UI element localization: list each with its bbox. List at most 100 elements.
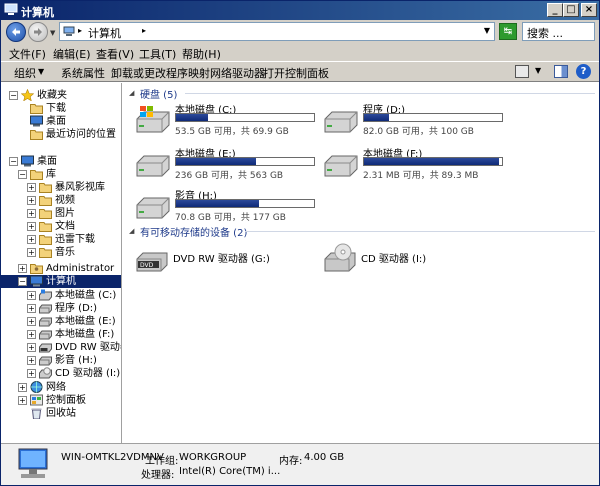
collapse-toggle-icon[interactable]: − xyxy=(18,277,27,286)
address-path[interactable]: 计算机 xyxy=(88,25,121,41)
nav-item-label: 桌面 xyxy=(37,156,57,167)
computer-icon xyxy=(4,3,18,15)
menu-help[interactable]: 帮助(H) xyxy=(182,46,221,62)
expand-toggle-icon[interactable]: + xyxy=(18,396,27,405)
expand-toggle-icon[interactable]: + xyxy=(27,304,36,313)
drive-item[interactable]: 程序 (D:) 82.0 GB 可用，共 100 GB xyxy=(323,101,508,139)
expand-toggle-icon[interactable]: + xyxy=(27,248,36,257)
music-icon xyxy=(39,248,52,258)
expand-toggle-icon[interactable]: + xyxy=(18,264,27,273)
back-button[interactable] xyxy=(6,22,26,42)
nav-item-label: 视频 xyxy=(55,195,75,206)
nav-item-label: 暴风影视库 xyxy=(55,182,105,193)
title-bar[interactable]: 计算机 _ □ × xyxy=(1,1,599,20)
open-control-panel-button[interactable]: 打开控制面板 xyxy=(263,65,329,81)
forward-button[interactable] xyxy=(28,22,48,42)
expand-toggle-icon[interactable]: + xyxy=(18,383,27,392)
recent-pages-dropdown[interactable]: ▼ xyxy=(50,29,55,37)
expand-toggle-icon[interactable]: + xyxy=(27,369,36,378)
uninstall-program-button[interactable]: 卸载或更改程序 xyxy=(111,65,188,81)
hdd-group-header[interactable]: ◢ 硬盘 (5) xyxy=(127,86,595,101)
dvd-drive-icon: DVD xyxy=(136,252,168,272)
organize-button[interactable]: 组织 xyxy=(14,65,36,81)
cd-drive-item[interactable]: CD 驱动器 (I:) xyxy=(323,243,523,272)
document-icon xyxy=(39,222,52,232)
minimize-button[interactable]: _ xyxy=(547,3,563,17)
expand-toggle-icon[interactable]: + xyxy=(27,196,36,205)
drive-usage-fill xyxy=(176,114,209,121)
system-properties-button[interactable]: 系统属性 xyxy=(61,65,105,81)
system-drive-icon xyxy=(39,289,52,301)
drive-space-info: 70.8 GB 可用，共 177 GB xyxy=(175,213,286,223)
divider xyxy=(245,231,595,232)
close-button[interactable]: × xyxy=(581,3,597,17)
drive-icon xyxy=(39,304,52,314)
nav-item-13[interactable]: − 计算机 xyxy=(1,275,121,288)
drive-usage-bar xyxy=(175,157,315,166)
drive-usage-fill xyxy=(364,158,499,165)
removable-group-header[interactable]: ◢ 有可移动存储的设备 (2) xyxy=(127,224,595,239)
dvd-drive-item[interactable]: DVD DVD RW 驱动器 (G:) xyxy=(135,243,335,272)
maximize-button[interactable]: □ xyxy=(563,3,579,17)
drive-item[interactable]: 本地磁盘 (E:) 236 GB 可用，共 563 GB xyxy=(135,145,320,183)
video-icon xyxy=(39,196,52,206)
drive-icon xyxy=(324,155,358,177)
drive-item[interactable]: 本地磁盘 (C:) 53.5 GB 可用，共 69.9 GB xyxy=(135,101,320,139)
breadcrumb-chevron-icon[interactable]: ▸ xyxy=(78,26,82,35)
address-bar[interactable]: ▸ 计算机 ▸ ▼ xyxy=(59,22,495,41)
processor-value: Intel(R) Core(TM) i... xyxy=(179,466,281,477)
nav-item-label: 桌面 xyxy=(46,116,66,127)
organize-dropdown-icon[interactable]: ▼ xyxy=(38,67,44,76)
svg-text:DVD: DVD xyxy=(140,262,154,269)
view-dropdown-icon[interactable]: ▼ xyxy=(535,66,541,75)
menu-tools[interactable]: 工具(T) xyxy=(139,46,176,62)
expand-toggle-icon[interactable]: + xyxy=(27,343,36,352)
drive-icon xyxy=(39,330,52,340)
divider xyxy=(185,93,595,94)
drive-item[interactable]: 本地磁盘 (F:) 2.31 MB 可用，共 89.3 MB xyxy=(323,145,508,183)
processor-label: 处理器: xyxy=(141,470,175,481)
refresh-button[interactable]: ↹ xyxy=(499,23,517,40)
command-bar: 组织 ▼ 系统属性 卸载或更改程序 映射网络驱动器 打开控制面板 ▼ ? xyxy=(1,61,599,82)
expand-toggle-icon[interactable]: + xyxy=(27,317,36,326)
expand-toggle-icon[interactable]: + xyxy=(27,209,36,218)
breadcrumb-chevron-icon[interactable]: ▸ xyxy=(142,26,146,35)
help-icon[interactable]: ? xyxy=(576,64,591,79)
nav-item-label: 影音 (H:) xyxy=(55,355,97,366)
change-view-icon[interactable] xyxy=(515,65,529,78)
cd-drive-icon xyxy=(39,367,52,379)
nav-item-label: 本地磁盘 (C:) xyxy=(55,290,117,301)
drive-item[interactable]: 影音 (H:) 70.8 GB 可用，共 177 GB xyxy=(135,187,320,225)
address-dropdown-icon[interactable]: ▼ xyxy=(484,26,490,35)
nav-item-label: 控制面板 xyxy=(46,395,86,406)
collapse-toggle-icon[interactable]: − xyxy=(9,91,18,100)
collapse-toggle-icon[interactable]: − xyxy=(9,157,18,166)
collapse-icon[interactable]: ◢ xyxy=(129,227,134,235)
menu-file[interactable]: 文件(F) xyxy=(9,46,46,62)
nav-item-label: 网络 xyxy=(46,382,66,393)
nav-item-label: 回收站 xyxy=(46,408,76,419)
menu-view[interactable]: 查看(V) xyxy=(96,46,134,62)
expand-toggle-icon[interactable]: + xyxy=(27,183,36,192)
drive-usage-bar xyxy=(363,113,503,122)
user-folder-icon xyxy=(30,264,43,274)
search-input[interactable]: 搜索 ... xyxy=(522,22,595,41)
collapse-toggle-icon[interactable]: − xyxy=(18,170,27,179)
download-icon xyxy=(39,235,52,245)
recent-places-icon xyxy=(30,130,43,140)
menu-edit[interactable]: 编辑(E) xyxy=(53,46,91,62)
expand-toggle-icon[interactable]: + xyxy=(27,330,36,339)
expand-toggle-icon[interactable]: + xyxy=(27,356,36,365)
drive-usage-bar xyxy=(175,199,315,208)
expand-toggle-icon[interactable]: + xyxy=(27,235,36,244)
recycle-bin-icon xyxy=(31,408,42,419)
workgroup-label: 工作组: xyxy=(145,456,179,467)
drive-icon xyxy=(324,111,358,133)
preview-pane-icon[interactable] xyxy=(554,65,568,78)
expand-toggle-icon[interactable]: + xyxy=(27,222,36,231)
collapse-icon[interactable]: ◢ xyxy=(129,89,134,97)
map-network-drive-button[interactable]: 映射网络驱动器 xyxy=(188,65,265,81)
device-name: DVD RW 驱动器 (G:) xyxy=(173,254,270,265)
computer-icon xyxy=(30,275,43,287)
expand-toggle-icon[interactable]: + xyxy=(27,291,36,300)
